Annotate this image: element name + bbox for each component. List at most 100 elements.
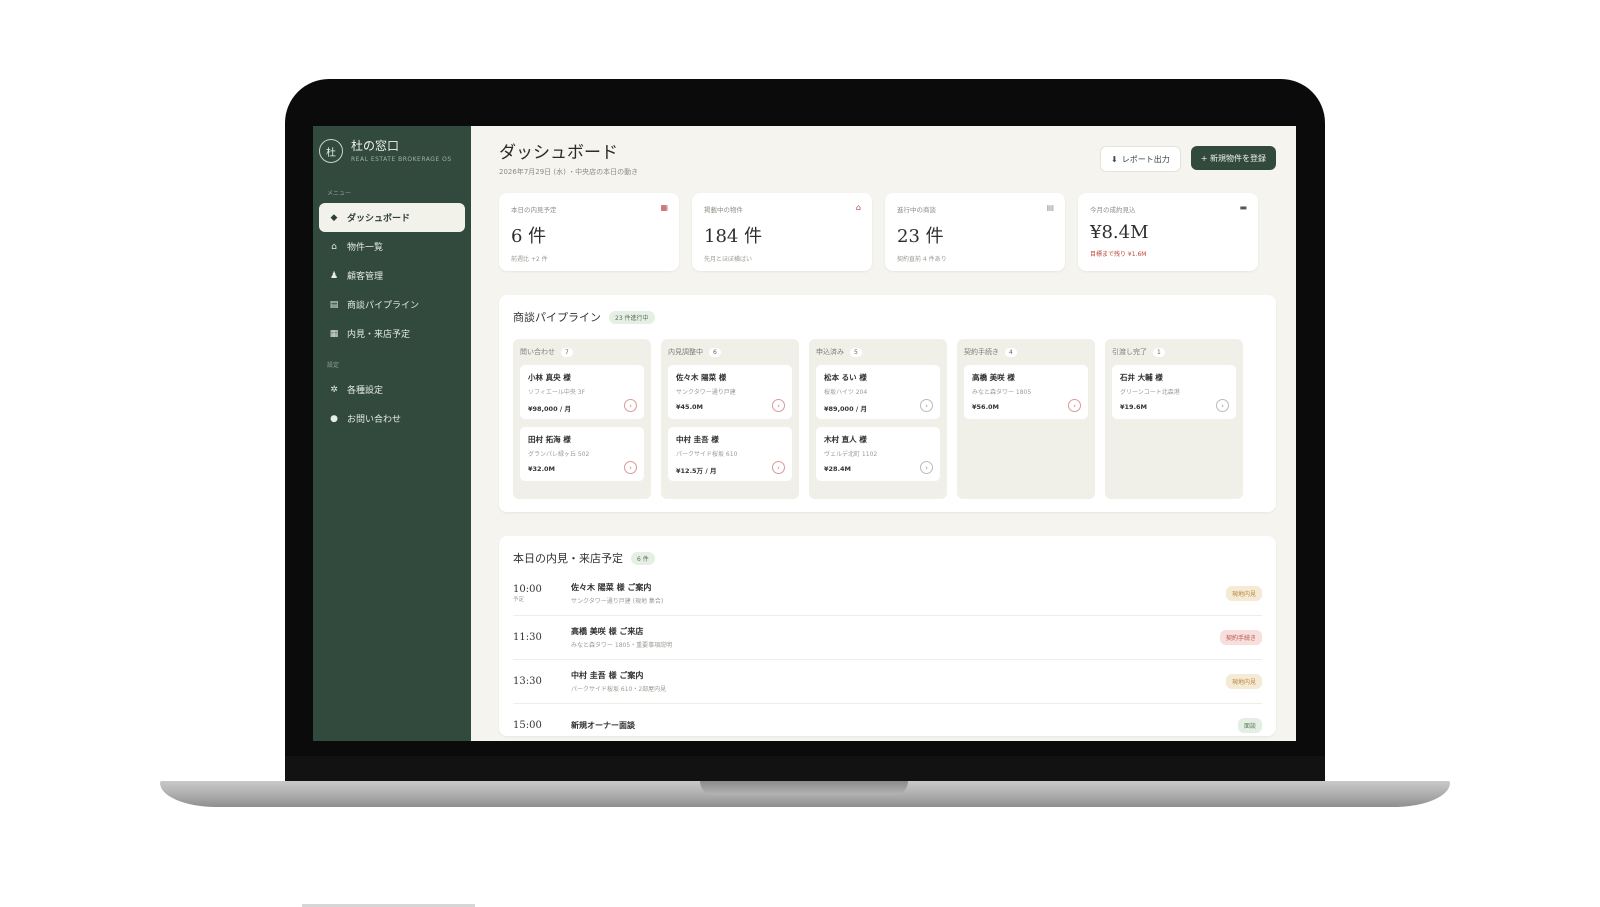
- report-button-label: レポート出力: [1121, 154, 1170, 164]
- house-icon: ⌂: [331, 241, 337, 252]
- page-title: ダッシュボード: [499, 143, 618, 163]
- deal-card[interactable]: 田村 拓海 様 グランパレ緑ヶ丘 502 ¥32.0M ›: [520, 427, 644, 481]
- deal-property: 桜坂ハイツ 204: [824, 389, 868, 396]
- person-icon: ♟: [329, 270, 339, 281]
- deal-price: ¥56.0M: [972, 403, 1000, 411]
- sidebar-item-properties[interactable]: ⌂ 物件一覧: [319, 232, 465, 261]
- schedule-item-title: 高橋 美咲 様 ご来店: [571, 627, 644, 636]
- status-badge: 面談: [1237, 718, 1262, 733]
- chat-icon: ●: [330, 413, 338, 424]
- deal-card[interactable]: 石井 大輔 様 グリーンコート北森港 ¥19.6M ›: [1112, 365, 1236, 419]
- deal-name: 田村 拓海 様: [528, 435, 571, 444]
- deal-price: ¥32.0M: [528, 465, 556, 473]
- schedule-item-detail: みなと森タワー 1805・重要事項説明: [571, 642, 673, 649]
- advance-icon[interactable]: ›: [920, 461, 933, 474]
- advance-icon[interactable]: ›: [624, 461, 637, 474]
- sidebar-item-label: 顧客管理: [347, 272, 384, 282]
- sidebar-item-label: 商談パイプライン: [347, 301, 420, 311]
- column-name: 契約手続き: [964, 348, 999, 356]
- sidebar-nav-settings: ✲ 各種設定 ● お問い合わせ: [319, 375, 465, 433]
- sidebar-item-dashboard[interactable]: ◆ ダッシュボード: [319, 203, 465, 232]
- kpi-card: 進行中の商談 ▤ 23 件 契約直前 4 件あり: [885, 193, 1065, 271]
- status-badge: 契約手続き: [1219, 630, 1262, 645]
- laptop-chin: [285, 756, 1325, 782]
- column-name: 内見調整中: [668, 348, 703, 356]
- kpi-note: 契約直前 4 件あり: [897, 256, 947, 263]
- advance-icon[interactable]: ›: [920, 399, 933, 412]
- advance-icon[interactable]: ›: [772, 461, 785, 474]
- diamond-icon: ◆: [330, 212, 338, 223]
- advance-icon[interactable]: ›: [1068, 399, 1081, 412]
- schedule-title: 本日の内見・来店予定 6 件: [513, 550, 1262, 566]
- kpi-value: ¥8.4M: [1090, 222, 1149, 243]
- schedule-item-title: 中村 圭吾 様 ご案内: [571, 671, 644, 680]
- column-name: 引渡し完了: [1112, 348, 1147, 356]
- status-badge: 現地内見: [1225, 586, 1262, 601]
- pipeline-badge: 23 件進行中: [609, 310, 655, 324]
- schedule-time: 13:30: [513, 676, 571, 687]
- schedule-row[interactable]: 11:30 高橋 美咲 様 ご来店 みなと森タワー 1805・重要事項説明 契約…: [513, 616, 1262, 660]
- sidebar-item-label: ダッシュボード: [347, 214, 411, 224]
- advance-icon[interactable]: ›: [624, 399, 637, 412]
- gear-icon: ✲: [330, 384, 338, 395]
- deal-property: サンクタワー通り戸建: [676, 389, 736, 396]
- kpi-card: 今月の成約見込 ▬ ¥8.4M 目標まで残り ¥1.6M: [1078, 193, 1258, 271]
- pipeline-column: 問い合わせ 7 小林 真央 様 ソフィエール中央 3F ¥98,000 / 月 …: [513, 339, 651, 499]
- time-sub: 予定: [513, 597, 525, 603]
- schedule-info: 高橋 美咲 様 ご来店 みなと森タワー 1805・重要事項説明: [571, 626, 1220, 649]
- deal-card[interactable]: 小林 真央 様 ソフィエール中央 3F ¥98,000 / 月 ›: [520, 365, 644, 419]
- folder-icon: ▤: [329, 299, 339, 310]
- schedule-list: 10:00 予定 佐々木 陽菜 様 ご案内 サンクタワー通り戸建 (現地 集合)…: [513, 572, 1262, 741]
- deal-card[interactable]: 中村 圭吾 様 パークサイド桜坂 610 ¥12.5万 / 月 ›: [668, 427, 792, 481]
- report-button[interactable]: ⬇ レポート出力: [1100, 146, 1181, 172]
- deal-card[interactable]: 松本 るい 様 桜坂ハイツ 204 ¥89,000 / 月 ›: [816, 365, 940, 419]
- pipeline-columns: 問い合わせ 7 小林 真央 様 ソフィエール中央 3F ¥98,000 / 月 …: [513, 339, 1262, 499]
- brand-name: 杜の窓口: [351, 139, 400, 153]
- kpi-note: 目標まで残り ¥1.6M: [1090, 251, 1147, 258]
- pipeline-column: 契約手続き 4 高橋 美咲 様 みなと森タワー 1805 ¥56.0M ›: [957, 339, 1095, 499]
- sidebar-item-label: 内見・来店予定: [347, 330, 411, 340]
- schedule-row[interactable]: 15:00 新規オーナー面談 面談: [513, 704, 1262, 741]
- kpi-value: 6 件: [511, 226, 547, 247]
- deal-property: ソフィエール中央 3F: [528, 389, 586, 396]
- deal-price: ¥19.6M: [1120, 403, 1148, 411]
- schedule-info: 新規オーナー面談: [571, 720, 1238, 731]
- sidebar-item-customers[interactable]: ♟ 顧客管理: [319, 261, 465, 290]
- kpi-card: 本日の内見予定 ▦ 6 件 前週比 +2 件: [499, 193, 679, 271]
- deal-price: ¥98,000 / 月: [528, 405, 572, 413]
- column-name: 問い合わせ: [520, 348, 555, 356]
- deal-price: ¥45.0M: [676, 403, 704, 411]
- sidebar-item-label: 各種設定: [347, 386, 384, 396]
- sidebar-item-contact[interactable]: ● お問い合わせ: [319, 404, 465, 433]
- deal-card[interactable]: 佐々木 陽菜 様 サンクタワー通り戸建 ¥45.0M ›: [668, 365, 792, 419]
- sidebar-item-schedule[interactable]: ▦ 内見・来店予定: [319, 319, 465, 348]
- kpi-value: 23 件: [897, 226, 944, 247]
- brand-logo: 杜: [319, 139, 343, 163]
- deal-card[interactable]: 高橋 美咲 様 みなと森タワー 1805 ¥56.0M ›: [964, 365, 1088, 419]
- column-count: 5: [850, 347, 862, 357]
- kpi-card: 掲載中の物件 ⌂ 184 件 先月とほぼ横ばい: [692, 193, 872, 271]
- deal-card[interactable]: 木村 直人 様 ヴェルデ北町 1102 ¥28.4M ›: [816, 427, 940, 481]
- advance-icon[interactable]: ›: [1216, 399, 1229, 412]
- sidebar-item-pipeline[interactable]: ▤ 商談パイプライン: [319, 290, 465, 319]
- advance-icon[interactable]: ›: [772, 399, 785, 412]
- column-header: 問い合わせ 7: [520, 347, 644, 357]
- schedule-time: 15:00: [513, 720, 571, 731]
- deal-property: パークサイド桜坂 610: [676, 451, 738, 458]
- kpi-label: 進行中の商談: [897, 206, 936, 214]
- schedule-item-title: 新規オーナー面談: [571, 721, 635, 730]
- page-subtitle: 2026年7月29日 (水) ・中央店の本日の動き: [499, 168, 639, 176]
- kpi-label: 掲載中の物件: [704, 206, 743, 214]
- schedule-row[interactable]: 10:00 予定 佐々木 陽菜 様 ご案内 サンクタワー通り戸建 (現地 集合)…: [513, 572, 1262, 616]
- column-count: 1: [1153, 347, 1165, 357]
- add-property-button[interactable]: + 新規物件を登録: [1190, 146, 1276, 170]
- schedule-row[interactable]: 13:30 中村 圭吾 様 ご案内 パークサイド桜坂 610・2部屋内見 現地内…: [513, 660, 1262, 704]
- laptop-notch: [700, 781, 908, 795]
- sidebar-item-settings[interactable]: ✲ 各種設定: [319, 375, 465, 404]
- sidebar-section-settings: 設定: [327, 362, 340, 369]
- money-icon: ▬: [1239, 203, 1247, 212]
- pipeline-column: 内見調整中 6 佐々木 陽菜 様 サンクタワー通り戸建 ¥45.0M › 中村 …: [661, 339, 799, 499]
- deal-name: 木村 直人 様: [824, 435, 867, 444]
- deal-name: 小林 真央 様: [528, 373, 571, 382]
- kpi-note: 前週比 +2 件: [511, 256, 548, 263]
